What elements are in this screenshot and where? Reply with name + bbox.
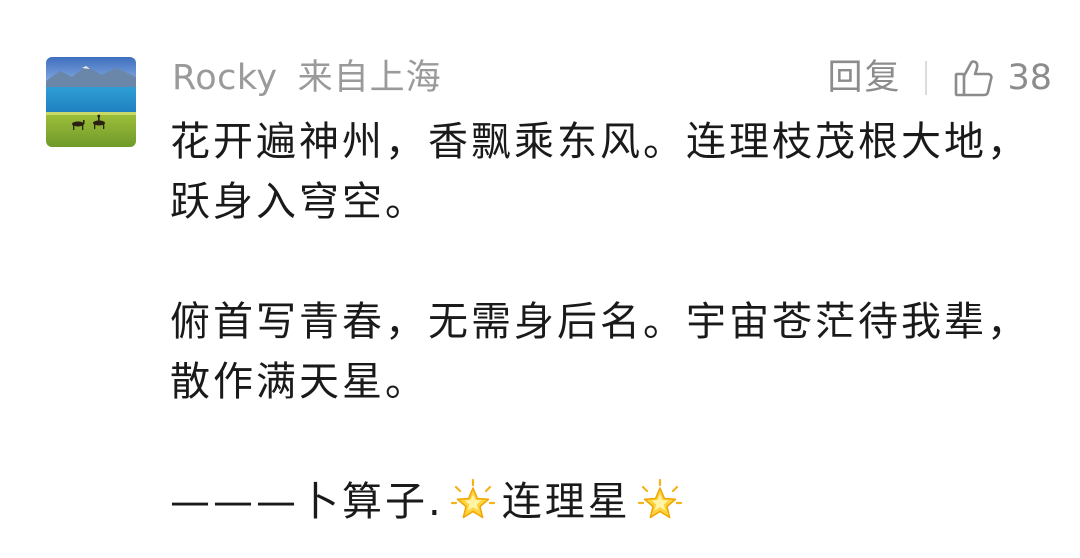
comment-body: 花开遍神州，香飘乘东风。连理枝茂根大地，跃身入穹空。 俯首写青春，无需身后名。宇… [170,112,1050,532]
landscape-avatar-icon [46,57,136,147]
glowing-star-icon [450,479,495,519]
like-button[interactable]: 38 [953,54,1052,102]
thumbs-up-icon [955,60,994,97]
glowing-star-icon [637,479,682,519]
like-count: 38 [1007,58,1052,98]
username[interactable]: Rocky [172,54,278,102]
location-label: 来自上海 [297,58,442,98]
comment-paragraph: 俯首写青春，无需身后名。宇宙苍茫待我辈，散作满天星。 [170,299,1030,405]
comment-card: Rocky 来自上海 回复 38 花开遍神州，香飘乘东风。连理枝茂根大地，跃身入… [0,0,1080,558]
signature-prefix: ———卜算子. [170,479,444,525]
divider [925,61,928,95]
comment-signature: ———卜算子. 连理星 [170,472,1050,532]
reply-button[interactable]: 回复 [827,54,901,102]
comment-paragraph: 花开遍神州，香飘乘东风。连理枝茂根大地，跃身入穹空。 [170,119,1030,225]
avatar[interactable] [46,57,136,147]
comment-actions: 回复 38 [827,54,1052,102]
signature-title: 连理星 [501,479,631,525]
comment-header: Rocky 来自上海 [172,54,442,102]
